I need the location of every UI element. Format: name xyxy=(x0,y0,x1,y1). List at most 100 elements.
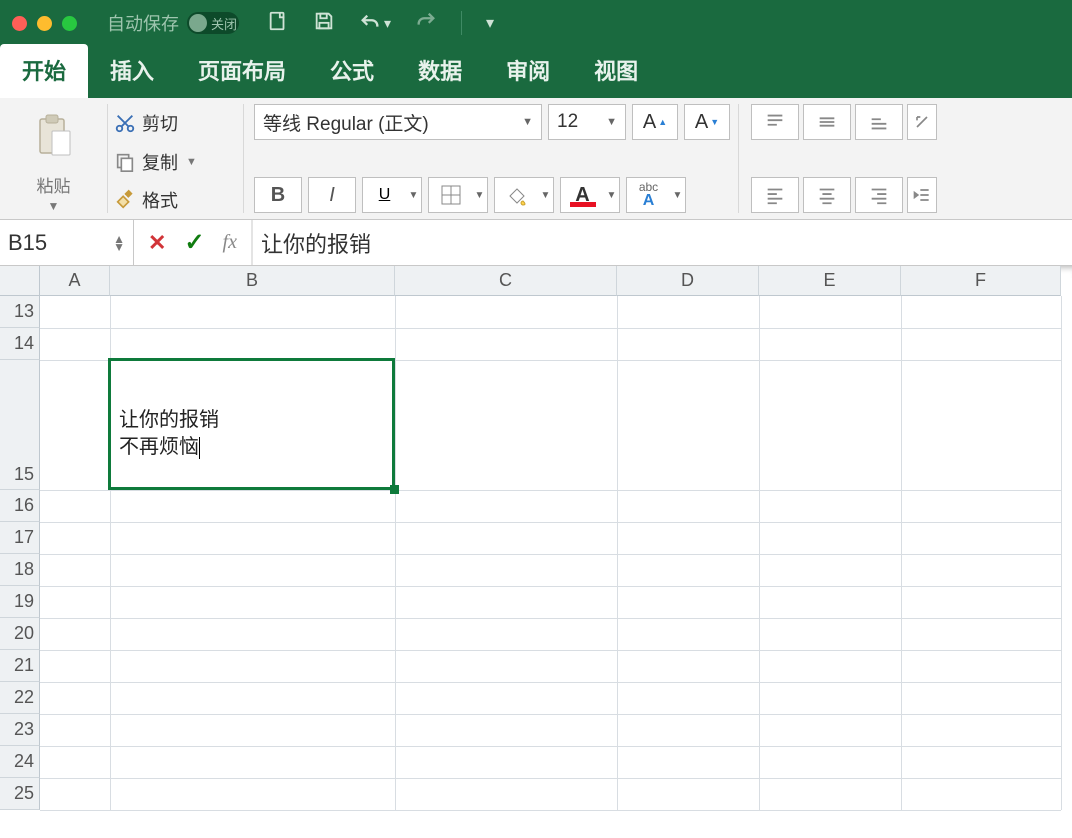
column-header-F[interactable]: F xyxy=(901,266,1061,296)
fx-button[interactable]: fx xyxy=(223,231,237,254)
row-header-22[interactable]: 22 xyxy=(0,682,40,714)
align-bottom-button[interactable] xyxy=(855,104,903,140)
redo-icon[interactable] xyxy=(415,10,437,37)
grow-font-button[interactable]: A▲ xyxy=(632,104,678,140)
row-header-13[interactable]: 13 xyxy=(0,296,40,328)
border-button[interactable]: ▼ xyxy=(428,177,488,213)
copy-dropdown-icon[interactable]: ▼ xyxy=(186,156,197,168)
format-painter-label: 格式 xyxy=(142,187,178,213)
tab-insert[interactable]: 插入 xyxy=(88,44,176,98)
cut-button[interactable]: 剪切 xyxy=(114,110,235,136)
paste-dropdown-icon[interactable]: ▼ xyxy=(48,199,60,213)
titlebar: 自动保存 关闭 ▾ ▾ xyxy=(0,0,1072,46)
ribbon: 粘贴 ▼ 剪切 复制 ▼ 格式 等线 Regular (正文)▼ 12▼ A▲ … xyxy=(0,98,1072,220)
formula-value: 让你的报销 xyxy=(261,227,371,259)
row-header-14[interactable]: 14 xyxy=(0,328,40,360)
align-center-button[interactable] xyxy=(803,177,851,213)
namebox-spinner[interactable]: ▲▼ xyxy=(113,235,125,251)
underline-dropdown-icon[interactable]: ▼ xyxy=(406,177,422,213)
active-cell[interactable]: 让你的报销 不再烦恼 xyxy=(108,358,395,490)
tab-data[interactable]: 数据 xyxy=(396,44,484,98)
font-color-dropdown-icon[interactable]: ▼ xyxy=(604,177,620,213)
maximize-window-button[interactable] xyxy=(62,16,77,31)
row-header-21[interactable]: 21 xyxy=(0,650,40,682)
qat-customize-icon[interactable]: ▾ xyxy=(486,13,494,33)
up-triangle-icon: ▲ xyxy=(658,117,667,127)
autosave-toggle[interactable]: 自动保存 关闭 xyxy=(107,10,239,36)
row-header-16[interactable]: 16 xyxy=(0,490,40,522)
align-middle-button[interactable] xyxy=(803,104,851,140)
alignment-group xyxy=(745,104,945,213)
row-header-20[interactable]: 20 xyxy=(0,618,40,650)
phonetic-button[interactable]: abcA ▼ xyxy=(626,177,686,213)
formula-buttons: ✕ ✓ fx xyxy=(134,220,252,265)
copy-label: 复制 xyxy=(142,149,178,175)
shrink-font-button[interactable]: A▼ xyxy=(684,104,730,140)
tab-page-layout[interactable]: 页面布局 xyxy=(176,44,308,98)
tab-formulas[interactable]: 公式 xyxy=(308,44,396,98)
fill-dropdown-icon[interactable]: ▼ xyxy=(538,177,554,213)
paste-group: 粘贴 ▼ xyxy=(8,104,108,213)
fill-color-button[interactable]: ▼ xyxy=(494,177,554,213)
border-dropdown-icon[interactable]: ▼ xyxy=(472,177,488,213)
font-color-button[interactable]: A ▼ xyxy=(560,177,620,213)
autosave-switch[interactable]: 关闭 xyxy=(187,12,239,34)
row-header-23[interactable]: 23 xyxy=(0,714,40,746)
font-name-value: 等线 Regular (正文) xyxy=(263,109,429,136)
cell-line-2: 不再烦恼 xyxy=(119,436,199,458)
worksheet-grid[interactable]: ABCDEF 13141516171819202122232425 让你的报销 … xyxy=(0,266,1072,838)
font-name-select[interactable]: 等线 Regular (正文)▼ xyxy=(254,104,542,140)
toggle-knob xyxy=(189,14,207,32)
column-header-D[interactable]: D xyxy=(617,266,759,296)
new-file-icon[interactable] xyxy=(267,10,289,37)
undo-dropdown-icon[interactable]: ▾ xyxy=(384,15,391,32)
italic-button[interactable]: I xyxy=(308,177,356,213)
undo-icon[interactable]: ▾ xyxy=(359,12,391,34)
name-box[interactable]: B15 ▲▼ xyxy=(0,220,134,265)
column-header-B[interactable]: B xyxy=(110,266,395,296)
align-left-button[interactable] xyxy=(751,177,799,213)
phonetic-dropdown-icon[interactable]: ▼ xyxy=(670,177,686,213)
cell-reference: B15 xyxy=(8,230,47,256)
orientation-button[interactable] xyxy=(907,104,937,140)
bold-button[interactable]: B xyxy=(254,177,302,213)
font-size-select[interactable]: 12▼ xyxy=(548,104,626,140)
row-header-17[interactable]: 17 xyxy=(0,522,40,554)
autosave-state: 关闭 xyxy=(211,14,237,33)
close-window-button[interactable] xyxy=(12,16,27,31)
row-header-25[interactable]: 25 xyxy=(0,778,40,810)
formula-input[interactable]: 让你的报销 xyxy=(252,220,1072,265)
row-header-19[interactable]: 19 xyxy=(0,586,40,618)
align-top-button[interactable] xyxy=(751,104,799,140)
font-color-swatch xyxy=(570,202,596,207)
select-all-corner[interactable] xyxy=(0,266,40,296)
column-headers[interactable]: ABCDEF xyxy=(40,266,1061,296)
cancel-edit-button[interactable]: ✕ xyxy=(148,230,166,256)
cell-line-1: 让你的报销 xyxy=(119,407,384,434)
window-controls xyxy=(12,16,77,31)
tab-review[interactable]: 审阅 xyxy=(484,44,572,98)
cells-area[interactable]: 让你的报销 不再烦恼 xyxy=(40,296,1061,810)
tab-home[interactable]: 开始 xyxy=(0,44,88,98)
fill-handle[interactable] xyxy=(390,485,399,494)
row-header-24[interactable]: 24 xyxy=(0,746,40,778)
row-header-18[interactable]: 18 xyxy=(0,554,40,586)
tab-view[interactable]: 视图 xyxy=(572,44,660,98)
minimize-window-button[interactable] xyxy=(37,16,52,31)
save-icon[interactable] xyxy=(313,10,335,37)
format-painter-button[interactable]: 格式 xyxy=(114,187,235,213)
indent-button[interactable] xyxy=(907,177,937,213)
underline-button[interactable]: U ▼ xyxy=(362,177,422,213)
formula-bar: B15 ▲▼ ✕ ✓ fx 让你的报销 xyxy=(0,220,1072,266)
paste-button[interactable] xyxy=(24,104,84,168)
row-header-15[interactable]: 15 xyxy=(0,360,40,490)
row-headers[interactable]: 13141516171819202122232425 xyxy=(0,296,40,810)
clipboard-group: 剪切 复制 ▼ 格式 xyxy=(114,104,244,213)
column-header-E[interactable]: E xyxy=(759,266,901,296)
align-right-button[interactable] xyxy=(855,177,903,213)
confirm-edit-button[interactable]: ✓ xyxy=(184,228,204,257)
column-header-A[interactable]: A xyxy=(40,266,110,296)
column-header-C[interactable]: C xyxy=(395,266,617,296)
text-cursor xyxy=(199,437,200,459)
copy-button[interactable]: 复制 ▼ xyxy=(114,149,235,175)
